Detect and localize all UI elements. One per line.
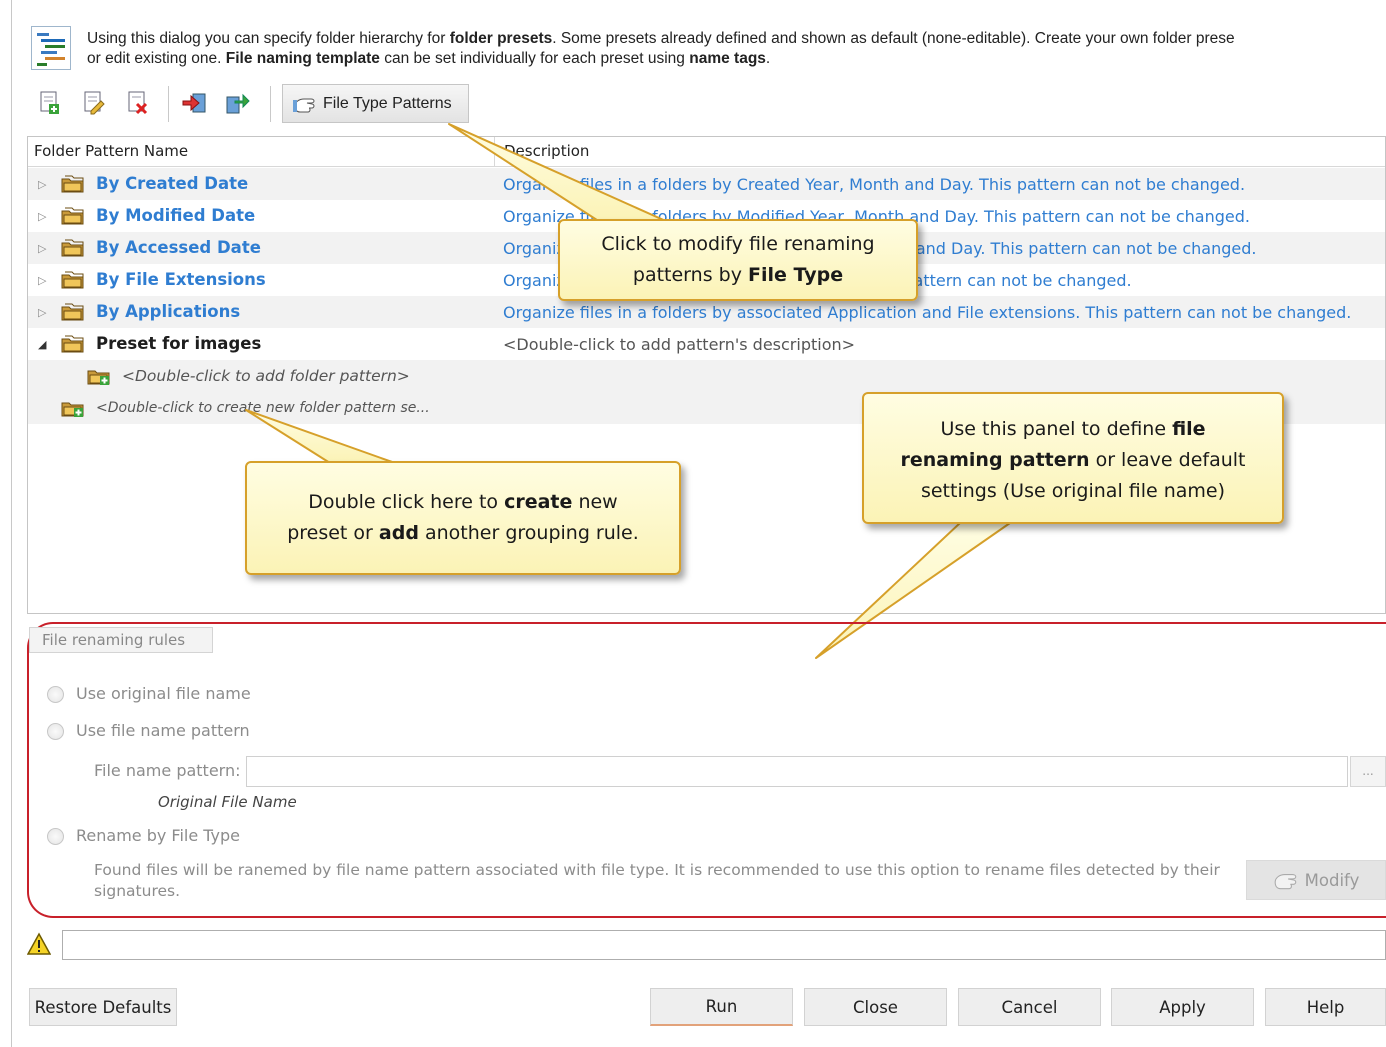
header-description: Using this dialog you can specify folder… <box>87 30 1235 67</box>
rename-by-type-description: Found files will be ranemed by file name… <box>94 861 1220 900</box>
use-pattern-radio[interactable] <box>47 723 64 740</box>
preset-name: By File Extensions <box>96 270 266 289</box>
status-field <box>62 930 1386 960</box>
close-button[interactable]: Close <box>804 988 947 1026</box>
delete-preset-icon[interactable] <box>124 88 152 118</box>
file-name-pattern-label: File name pattern: <box>94 761 241 780</box>
toolbar-separator <box>270 86 271 122</box>
column-header-name[interactable]: Folder Pattern Name <box>34 142 188 160</box>
folder-stack-icon <box>61 175 84 193</box>
folder-stack-icon <box>61 335 84 353</box>
folder-hierarchy-icon <box>31 26 71 70</box>
create-folder-pattern-set-hint: <Double-click to create new folder patte… <box>96 400 430 416</box>
callout-file-type: Click to modify file renaming patterns b… <box>558 219 918 301</box>
rename-by-file-type-radio[interactable] <box>47 828 64 845</box>
restore-defaults-button[interactable]: Restore Defaults <box>29 988 177 1026</box>
add-preset-icon[interactable] <box>36 88 64 118</box>
run-button[interactable]: Run <box>650 988 793 1026</box>
column-separator[interactable] <box>494 137 495 167</box>
warning-icon <box>27 932 51 955</box>
export-icon[interactable] <box>224 88 252 118</box>
expand-arrow-icon[interactable]: ▷ <box>38 274 46 287</box>
folder-stack-icon <box>61 303 84 321</box>
callout-double-click: Double click here to create new preset o… <box>245 461 681 575</box>
apply-button[interactable]: Apply <box>1111 988 1254 1026</box>
tree-row[interactable]: ◢ Preset for images <Double-click to add… <box>28 328 1385 360</box>
callout-rules-panel: Use this panel to define file renaming p… <box>862 392 1284 524</box>
preset-name: By Applications <box>96 302 241 321</box>
add-folder-icon <box>61 402 84 417</box>
preset-description: <Double-click to add pattern's descripti… <box>503 335 856 354</box>
expand-arrow-icon[interactable]: ▷ <box>38 306 46 319</box>
import-icon[interactable] <box>180 88 208 118</box>
preset-name: Preset for images <box>96 334 262 353</box>
rename-by-file-type-label[interactable]: Rename by File Type <box>76 826 240 845</box>
folder-stack-icon <box>61 207 84 225</box>
expand-arrow-icon[interactable]: ▷ <box>38 242 46 255</box>
preset-name: By Accessed Date <box>96 238 261 257</box>
add-folder-pattern-hint: <Double-click to add folder pattern> <box>122 367 410 385</box>
original-file-name-hint: Original File Name <box>158 793 297 811</box>
cancel-button[interactable]: Cancel <box>958 988 1101 1026</box>
collapse-arrow-icon[interactable]: ◢ <box>38 338 46 351</box>
browse-pattern-button[interactable]: ... <box>1350 756 1386 787</box>
use-pattern-label[interactable]: Use file name pattern <box>76 721 250 740</box>
file-type-patterns-label: File Type Patterns <box>323 94 452 112</box>
preset-description: Organize files in a folders by Created Y… <box>503 175 1246 194</box>
expand-arrow-icon[interactable]: ▷ <box>38 210 46 223</box>
toolbar-separator <box>168 86 169 122</box>
preset-name: By Modified Date <box>96 206 256 225</box>
use-original-label[interactable]: Use original file name <box>76 684 251 703</box>
use-original-radio[interactable] <box>47 686 64 703</box>
file-type-patterns-button[interactable]: File Type Patterns <box>282 84 469 123</box>
file-name-pattern-input[interactable] <box>246 756 1348 787</box>
window-border <box>11 0 12 1047</box>
preset-description: Organize files in a folders by associate… <box>503 303 1352 322</box>
folder-stack-icon <box>61 239 84 257</box>
column-header-description[interactable]: Description <box>504 142 589 160</box>
grid-header: Folder Pattern Name Description <box>28 137 1385 167</box>
preset-name: By Created Date <box>96 174 249 193</box>
modify-button[interactable]: Modify <box>1246 860 1386 900</box>
expand-arrow-icon[interactable]: ▷ <box>38 178 46 191</box>
modify-label: Modify <box>1304 870 1360 890</box>
hand-icon <box>293 98 315 112</box>
file-renaming-rules-legend: File renaming rules <box>29 627 213 653</box>
folder-stack-icon <box>61 271 84 289</box>
edit-preset-icon[interactable] <box>80 88 108 118</box>
folder-pattern-tree[interactable]: Folder Pattern Name Description ▷ By Cre… <box>27 136 1386 614</box>
help-button[interactable]: Help <box>1265 988 1386 1026</box>
add-folder-pattern-row[interactable]: <Double-click to add folder pattern> <box>28 360 1385 392</box>
hand-icon <box>1274 874 1296 890</box>
tree-row[interactable]: ▷ By Created Date Organize files in a fo… <box>28 168 1385 200</box>
add-folder-icon <box>87 370 110 385</box>
